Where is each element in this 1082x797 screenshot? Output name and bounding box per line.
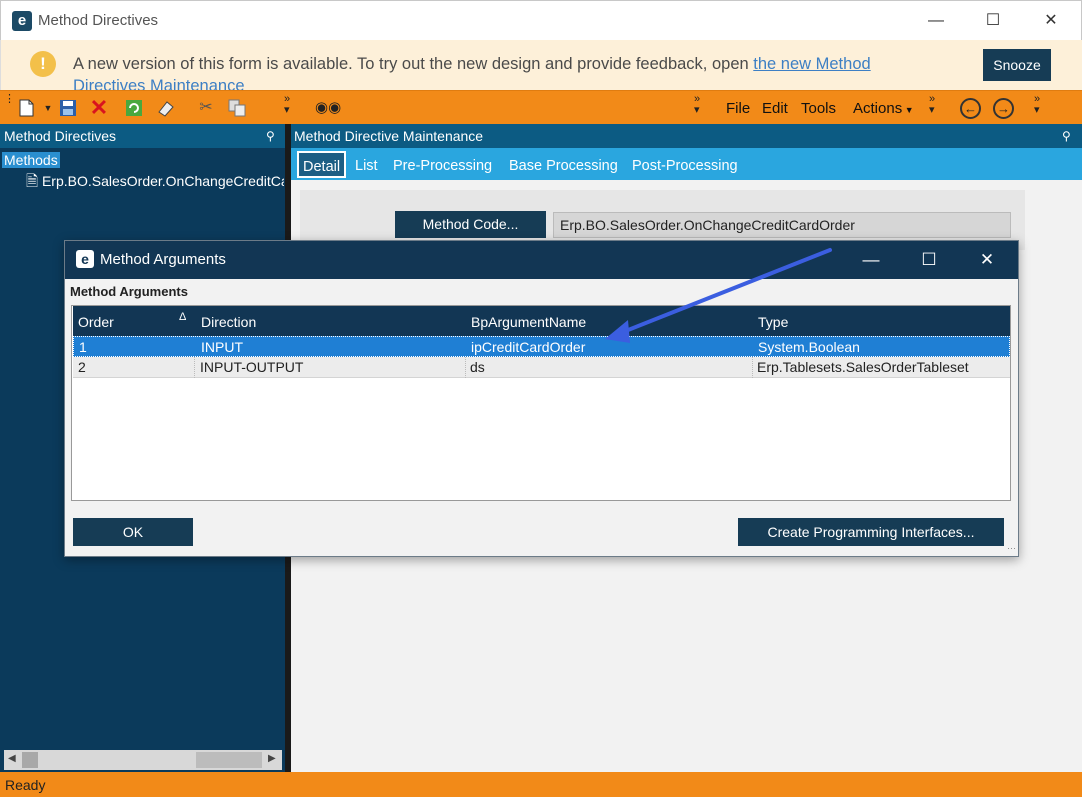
table-row[interactable]: 2 INPUT-OUTPUT ds Erp.Tablesets.SalesOrd… xyxy=(73,357,1010,378)
scroll-thumb[interactable] xyxy=(22,752,38,768)
toolbar-overflow-icon[interactable]: » ▾ xyxy=(284,94,290,116)
new-dropdown-icon[interactable]: ▼ xyxy=(37,98,59,118)
column-divider xyxy=(194,357,195,378)
arguments-grid: Order Δ Direction BpArgumentName Type 1 … xyxy=(71,305,1011,501)
chevron-down-icon: ▼ xyxy=(902,105,914,115)
dialog-logo-icon: e xyxy=(76,250,94,268)
actions-overflow-icon[interactable]: » ▾ xyxy=(929,94,935,116)
cell-argument-name: ipCreditCardOrder xyxy=(471,339,586,355)
warning-icon: ! xyxy=(30,51,56,77)
tab-post-processing[interactable]: Post-Processing xyxy=(632,158,738,174)
app-logo-icon: e xyxy=(12,11,32,31)
cell-order: 1 xyxy=(79,339,87,355)
close-icon[interactable]: ✕ xyxy=(1028,7,1074,35)
column-header-order[interactable]: Order xyxy=(78,314,114,330)
cell-order: 2 xyxy=(78,359,86,375)
sort-ascending-icon[interactable]: Δ xyxy=(179,311,186,323)
clear-icon[interactable] xyxy=(155,98,177,118)
cell-direction: INPUT-OUTPUT xyxy=(200,359,304,375)
left-panel-header: Method Directives ⚲ xyxy=(0,124,285,148)
delete-icon[interactable]: ✕ xyxy=(88,97,110,119)
banner-message: A new version of this form is available.… xyxy=(73,53,883,90)
column-divider xyxy=(465,357,466,378)
window-title: Method Directives xyxy=(38,12,159,29)
cell-direction: INPUT xyxy=(201,339,243,355)
method-arguments-dialog: e Method Arguments — ☐ ✕ Method Argument… xyxy=(64,240,1019,557)
horizontal-scrollbar[interactable]: ◀ ▶ xyxy=(4,750,282,770)
method-code-button[interactable]: Method Code... xyxy=(395,211,546,238)
forward-icon[interactable]: → xyxy=(993,98,1014,119)
status-bar: Ready xyxy=(0,772,1082,797)
cell-argument-name: ds xyxy=(470,359,485,375)
menu-actions[interactable]: Actions ▼ xyxy=(853,100,914,117)
scroll-right-icon[interactable]: ▶ xyxy=(268,753,276,764)
method-node-icon: 🗎 xyxy=(26,173,39,190)
create-programming-interfaces-button[interactable]: Create Programming Interfaces... xyxy=(738,518,1004,546)
menu-tools[interactable]: Tools xyxy=(801,100,836,117)
menu-overflow-icon[interactable]: » ▾ xyxy=(694,94,700,116)
nav-overflow-icon[interactable]: » ▾ xyxy=(1034,94,1040,116)
toolbar-grip[interactable]: ⋮ xyxy=(4,94,15,105)
left-panel-title: Method Directives xyxy=(4,128,117,144)
menu-edit[interactable]: Edit xyxy=(762,100,788,117)
tab-base-processing[interactable]: Base Processing xyxy=(509,158,618,174)
new-version-banner: ! A new version of this form is availabl… xyxy=(0,40,1082,90)
snooze-button[interactable]: Snooze xyxy=(983,49,1051,81)
dialog-maximize-icon[interactable]: ☐ xyxy=(906,246,952,274)
dialog-title-bar: e Method Arguments — ☐ ✕ xyxy=(65,241,1018,279)
table-row[interactable]: 1 INPUT ipCreditCardOrder System.Boolean xyxy=(73,336,1010,357)
dialog-minimize-icon[interactable]: — xyxy=(848,246,894,274)
minimize-icon[interactable]: — xyxy=(913,7,959,35)
scroll-left-icon[interactable]: ◀ xyxy=(8,753,16,764)
dialog-close-icon[interactable]: ✕ xyxy=(964,246,1010,274)
banner-text: A new version of this form is available.… xyxy=(73,55,754,73)
tree-item-method[interactable]: 🗎 Erp.BO.SalesOrder.OnChangeCreditCardOr… xyxy=(26,171,284,196)
menu-file[interactable]: File xyxy=(726,100,750,117)
new-icon[interactable] xyxy=(15,98,37,118)
column-header-argument-name[interactable]: BpArgumentName xyxy=(471,314,586,330)
window-title-bar: e Method Directives — ☐ ✕ xyxy=(0,0,1082,40)
ok-button[interactable]: OK xyxy=(73,518,193,546)
tree-root-methods[interactable]: Methods xyxy=(2,152,60,168)
grid-header: Order Δ Direction BpArgumentName Type xyxy=(73,306,1010,336)
right-panel-title: Method Directive Maintenance xyxy=(294,128,484,144)
cell-type: Erp.Tablesets.SalesOrderTableset xyxy=(757,359,969,375)
tab-list[interactable]: List xyxy=(355,158,378,174)
column-header-type[interactable]: Type xyxy=(758,314,788,330)
tab-pre-processing[interactable]: Pre-Processing xyxy=(393,158,492,174)
tab-strip: Detail List Pre-Processing Base Processi… xyxy=(291,148,1082,180)
cell-type: System.Boolean xyxy=(758,339,860,355)
main-toolbar: ⋮ ▼ ✕ ✂ » ▾ ◉◉ » ▾ File Edit Tools Actions… xyxy=(0,90,1082,124)
cut-icon[interactable]: ✂ xyxy=(195,98,217,118)
refresh-icon[interactable] xyxy=(123,98,145,118)
column-divider xyxy=(752,357,753,378)
dialog-title: Method Arguments xyxy=(100,251,226,268)
search-icon[interactable]: ◉◉ xyxy=(315,98,341,118)
tab-detail[interactable]: Detail xyxy=(297,151,347,178)
scroll-track-highlight xyxy=(196,752,262,768)
pin-icon[interactable]: ⚲ xyxy=(266,124,275,148)
back-icon[interactable]: ← xyxy=(960,98,981,119)
tree-item-label: Erp.BO.SalesOrder.OnChangeCreditCardOrde… xyxy=(41,173,284,189)
pin-icon[interactable]: ⚲ xyxy=(1062,124,1071,148)
column-header-direction[interactable]: Direction xyxy=(201,314,256,330)
copy-icon[interactable] xyxy=(226,98,248,118)
section-label: Method Arguments xyxy=(70,284,188,299)
maximize-icon[interactable]: ☐ xyxy=(970,7,1016,35)
menu-actions-label: Actions xyxy=(853,100,903,117)
right-panel-header: Method Directive Maintenance ⚲ xyxy=(291,124,1082,148)
resize-grip-icon[interactable]: ⋯ xyxy=(1007,543,1016,554)
method-code-field[interactable]: Erp.BO.SalesOrder.OnChangeCreditCardOrde… xyxy=(553,212,1011,238)
save-icon[interactable] xyxy=(57,98,79,118)
